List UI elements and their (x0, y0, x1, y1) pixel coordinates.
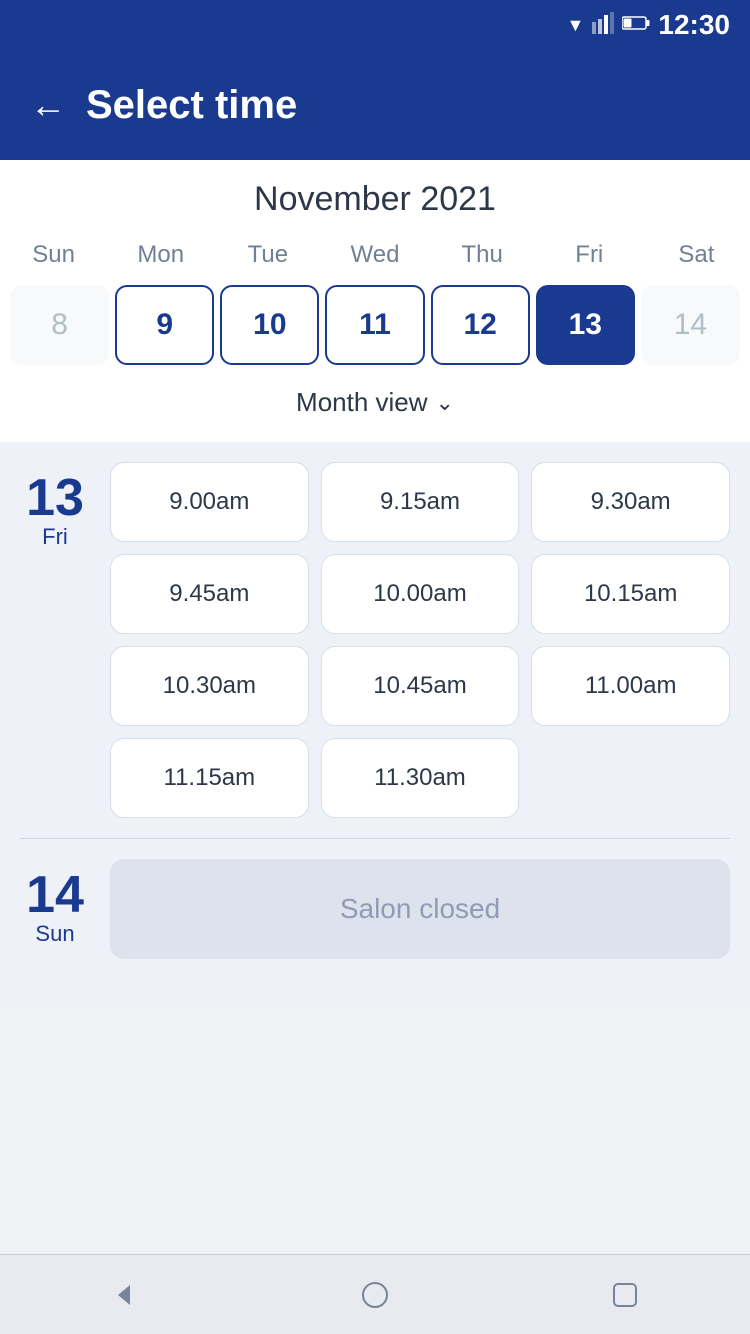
status-bar: ▼ 12:30 (0, 0, 750, 50)
month-view-label: Month view (296, 387, 428, 418)
week-dates-row: 8 9 10 11 12 13 14 (0, 285, 750, 375)
day-label-14: 14 Sun (20, 859, 90, 959)
slot-10-30am[interactable]: 10.30am (110, 646, 309, 726)
back-button[interactable]: ← (30, 84, 66, 126)
month-year-label: November 2021 (0, 180, 750, 219)
wifi-icon: ▼ (567, 15, 585, 36)
week-days-row: Sun Mon Tue Wed Thu Fri Sat (0, 235, 750, 275)
time-slots-grid-13: 9.00am 9.15am 9.30am 9.45am 10.00am 10.1… (110, 462, 730, 818)
page-title: Select time (86, 83, 297, 128)
day-label-13: 13 Fri (20, 462, 90, 818)
date-14[interactable]: 14 (641, 285, 740, 365)
battery-icon (622, 15, 650, 36)
date-12[interactable]: 12 (431, 285, 530, 365)
slot-11-15am[interactable]: 11.15am (110, 738, 309, 818)
slots-section: 13 Fri 9.00am 9.15am 9.30am 9.45am 10.00… (0, 442, 750, 1009)
slot-11-00am[interactable]: 11.00am (531, 646, 730, 726)
date-11[interactable]: 11 (325, 285, 424, 365)
slot-10-45am[interactable]: 10.45am (321, 646, 520, 726)
day-number-14: 14 (26, 869, 84, 921)
slot-9-15am[interactable]: 9.15am (321, 462, 520, 542)
slot-9-00am[interactable]: 9.00am (110, 462, 309, 542)
status-icons: ▼ 12:30 (567, 9, 730, 41)
weekday-sun: Sun (0, 235, 107, 275)
weekday-sat: Sat (643, 235, 750, 275)
weekday-wed: Wed (321, 235, 428, 275)
slot-10-15am[interactable]: 10.15am (531, 554, 730, 634)
weekday-tue: Tue (214, 235, 321, 275)
calendar-section: November 2021 Sun Mon Tue Wed Thu Fri Sa… (0, 160, 750, 442)
date-10[interactable]: 10 (220, 285, 319, 365)
signal-icon (592, 12, 614, 39)
home-nav-button[interactable] (350, 1270, 400, 1320)
slot-11-30am[interactable]: 11.30am (321, 738, 520, 818)
weekday-mon: Mon (107, 235, 214, 275)
day-name-13: Fri (42, 524, 68, 550)
salon-closed-banner: Salon closed (110, 859, 730, 959)
recent-nav-button[interactable] (600, 1270, 650, 1320)
day-name-14: Sun (35, 921, 74, 947)
back-nav-button[interactable] (100, 1270, 150, 1320)
date-9[interactable]: 9 (115, 285, 214, 365)
slot-9-45am[interactable]: 9.45am (110, 554, 309, 634)
date-8[interactable]: 8 (10, 285, 109, 365)
date-13[interactable]: 13 (536, 285, 635, 365)
bottom-nav (0, 1254, 750, 1334)
salon-closed-label: Salon closed (340, 893, 500, 925)
month-view-toggle[interactable]: Month view ⌄ (0, 375, 750, 432)
day-number-13: 13 (26, 472, 84, 524)
day-section-13: 13 Fri 9.00am 9.15am 9.30am 9.45am 10.00… (20, 462, 730, 818)
chevron-down-icon: ⌄ (436, 390, 454, 416)
slot-10-00am[interactable]: 10.00am (321, 554, 520, 634)
slot-9-30am[interactable]: 9.30am (531, 462, 730, 542)
weekday-thu: Thu (429, 235, 536, 275)
day-section-14: 14 Sun Salon closed (20, 859, 730, 959)
section-divider (20, 838, 730, 839)
weekday-fri: Fri (536, 235, 643, 275)
header: ← Select time (0, 50, 750, 160)
status-time: 12:30 (658, 9, 730, 41)
